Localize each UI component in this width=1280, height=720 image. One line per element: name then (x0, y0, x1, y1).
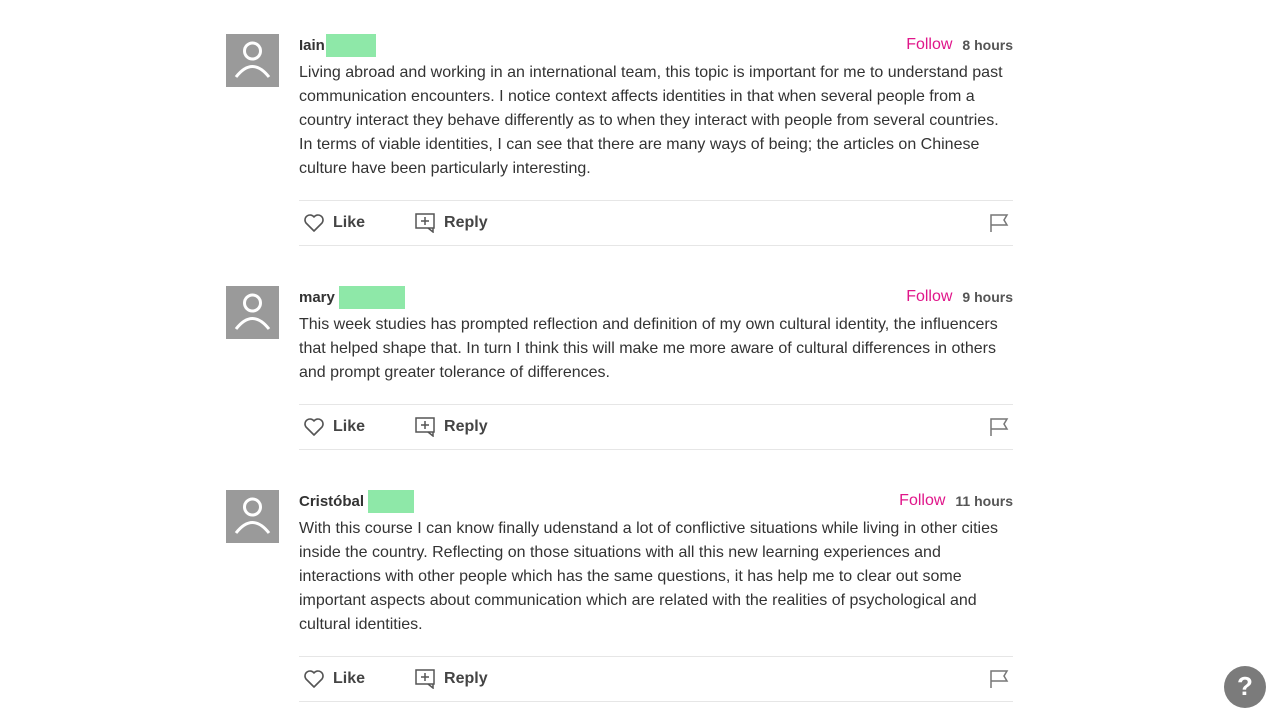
avatar[interactable] (226, 490, 279, 543)
reply-label: Reply (444, 418, 488, 435)
reply-label: Reply (444, 214, 488, 231)
comment: Iain Follow 8 hours Living abroad and wo… (226, 33, 1013, 246)
comment-actions: Like Reply (299, 656, 1013, 702)
author-name[interactable]: Cristóbal (299, 493, 364, 510)
like-label: Like (333, 418, 366, 435)
avatar[interactable] (226, 286, 279, 339)
flag-button[interactable] (989, 669, 1009, 694)
heart-icon (304, 214, 324, 232)
flag-icon (990, 214, 1009, 232)
author-name[interactable]: mary (299, 289, 335, 306)
comment: mary Follow 9 hours This week studies ha… (226, 285, 1013, 450)
comment-header: Cristóbal Follow 11 hours (299, 489, 1013, 513)
comment-actions: Like Reply (299, 404, 1013, 450)
avatar[interactable] (226, 34, 279, 87)
follow-button[interactable]: Follow (906, 36, 952, 54)
reply-label: Reply (444, 670, 488, 687)
like-label: Like (333, 670, 366, 687)
like-button[interactable]: Like (303, 417, 365, 437)
reply-icon (415, 417, 435, 437)
flag-icon (990, 418, 1009, 436)
user-icon (234, 41, 271, 78)
comment-text: With this course I can know finally uden… (299, 520, 999, 633)
like-button[interactable]: Like (303, 213, 365, 233)
comment-header: Iain Follow 8 hours (299, 33, 1013, 57)
reply-button[interactable]: Reply (415, 213, 488, 233)
heart-icon (304, 670, 324, 688)
follow-button[interactable]: Follow (906, 288, 952, 306)
reply-button[interactable]: Reply (415, 669, 488, 689)
redacted-surname (338, 285, 405, 309)
comment-body: mary Follow 9 hours This week studies ha… (299, 285, 1013, 450)
timestamp[interactable]: 9 hours (962, 289, 1013, 305)
like-button[interactable]: Like (303, 669, 365, 689)
user-icon (234, 293, 271, 330)
comment-text: This week studies has prompted reflectio… (299, 316, 998, 381)
comment-actions: Like Reply (299, 200, 1013, 246)
redacted-surname (368, 489, 415, 513)
help-icon: ? (1237, 671, 1253, 701)
comment: Cristóbal Follow 11 hours With this cour… (226, 489, 1013, 702)
timestamp[interactable]: 11 hours (955, 493, 1013, 509)
reply-icon (415, 669, 435, 689)
comment-body: Iain Follow 8 hours Living abroad and wo… (299, 33, 1013, 246)
comment-text: Living abroad and working in an internat… (299, 64, 1003, 177)
comment-header: mary Follow 9 hours (299, 285, 1013, 309)
author-name[interactable]: Iain (299, 37, 325, 54)
like-label: Like (333, 214, 366, 231)
comment-body: Cristóbal Follow 11 hours With this cour… (299, 489, 1013, 702)
help-button[interactable]: ? (1224, 666, 1266, 708)
flag-icon (990, 670, 1009, 688)
flag-button[interactable] (989, 213, 1009, 238)
follow-button[interactable]: Follow (899, 492, 945, 510)
redacted-surname (325, 33, 376, 57)
user-icon (234, 497, 271, 534)
flag-button[interactable] (989, 417, 1009, 442)
heart-icon (304, 418, 324, 436)
reply-icon (415, 213, 435, 233)
reply-button[interactable]: Reply (415, 417, 488, 437)
timestamp[interactable]: 8 hours (962, 37, 1013, 53)
